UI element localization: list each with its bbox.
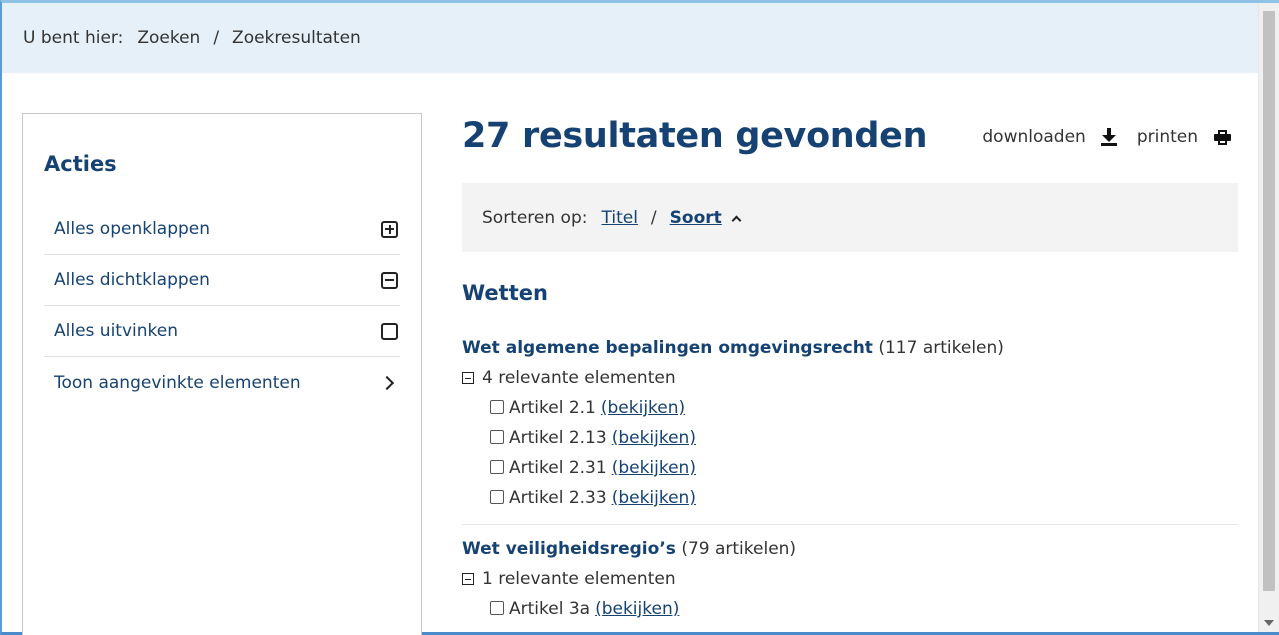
article-label: Artikel 2.13 bbox=[509, 428, 607, 448]
breadcrumb-separator: / bbox=[213, 28, 220, 48]
sort-option-titel[interactable]: Titel bbox=[601, 208, 637, 228]
law-article-count: (79 artikelen) bbox=[681, 539, 797, 559]
minus-square-icon bbox=[381, 271, 398, 289]
article-label: Artikel 2.1 bbox=[509, 398, 596, 418]
article-checkbox[interactable] bbox=[490, 600, 504, 615]
chevron-right-icon bbox=[379, 375, 395, 391]
download-label: downloaden bbox=[982, 127, 1086, 147]
print-button[interactable]: printen bbox=[1137, 127, 1231, 147]
sort-option-soort[interactable]: Soort bbox=[670, 208, 722, 228]
result-actions: downloaden printen bbox=[982, 127, 1231, 147]
result-group: Wet algemene bepalingen omgevingsrecht (… bbox=[462, 337, 1238, 525]
article-view-link[interactable]: (bekijken) bbox=[612, 488, 696, 508]
breadcrumb-lead: U bent hier: bbox=[23, 28, 124, 48]
relevant-toggle[interactable]: 4 relevante elementen bbox=[462, 367, 1238, 389]
article-view-link[interactable]: (bekijken) bbox=[612, 428, 696, 448]
section-title: Wetten bbox=[462, 281, 548, 305]
article-checkbox[interactable] bbox=[490, 429, 504, 444]
action-uncheck-all[interactable]: Alles uitvinken bbox=[44, 306, 400, 357]
action-label: Alles uitvinken bbox=[54, 321, 178, 341]
download-button[interactable]: downloaden bbox=[982, 127, 1117, 147]
breadcrumb-item-zoekresultaten: Zoekresultaten bbox=[232, 28, 361, 48]
collapse-minus-icon[interactable] bbox=[462, 372, 474, 384]
actions-list: Alles openklappen Alles dichtklappen All… bbox=[44, 204, 400, 409]
sidebar-title: Acties bbox=[44, 152, 117, 176]
action-show-checked[interactable]: Toon aangevinkte elementen bbox=[44, 357, 400, 409]
relevant-count: 1 relevante elementen bbox=[482, 569, 676, 589]
action-label: Alles dichtklappen bbox=[54, 270, 210, 290]
action-label: Toon aangevinkte elementen bbox=[54, 373, 301, 393]
article-view-link[interactable]: (bekijken) bbox=[595, 599, 679, 619]
page-title: 27 resultaten gevonden bbox=[462, 116, 928, 156]
article-view-link[interactable]: (bekijken) bbox=[601, 398, 685, 418]
collapse-minus-icon[interactable] bbox=[462, 573, 474, 585]
law-heading: Wet algemene bepalingen omgevingsrecht (… bbox=[462, 337, 1238, 359]
article-checkbox[interactable] bbox=[490, 489, 504, 504]
actions-sidebar: Acties Alles openklappen Alles dichtklap… bbox=[22, 113, 422, 635]
print-label: printen bbox=[1136, 127, 1198, 147]
plus-square-icon bbox=[381, 220, 398, 238]
article-checkbox[interactable] bbox=[490, 459, 504, 474]
article-label: Artikel 2.33 bbox=[509, 488, 607, 508]
article-label: Artikel 3a bbox=[509, 599, 591, 619]
printer-icon bbox=[1214, 129, 1231, 145]
result-group: Wet veiligheidsregio’s (79 artikelen) 1 … bbox=[462, 538, 1238, 620]
article-checkbox[interactable] bbox=[490, 399, 504, 414]
relevant-toggle[interactable]: 1 relevante elementen bbox=[462, 568, 1238, 590]
article-item: Artikel 2.33 (bekijken) bbox=[462, 487, 1238, 509]
breadcrumb-item-zoeken[interactable]: Zoeken bbox=[137, 28, 200, 48]
scroll-down-arrow-icon[interactable] bbox=[1264, 620, 1274, 626]
law-heading: Wet veiligheidsregio’s (79 artikelen) bbox=[462, 538, 1238, 560]
article-item: Artikel 3a (bekijken) bbox=[462, 598, 1238, 620]
law-name[interactable]: Wet veiligheidsregio’s bbox=[462, 539, 676, 559]
article-label: Artikel 2.31 bbox=[509, 458, 607, 478]
vertical-scrollbar[interactable] bbox=[1258, 3, 1279, 632]
relevant-count: 4 relevante elementen bbox=[482, 368, 676, 388]
action-label: Alles openklappen bbox=[54, 219, 211, 239]
action-collapse-all[interactable]: Alles dichtklappen bbox=[44, 255, 400, 306]
article-item: Artikel 2.13 (bekijken) bbox=[462, 427, 1238, 449]
download-icon bbox=[1100, 128, 1117, 146]
scrollbar-thumb[interactable] bbox=[1263, 11, 1275, 591]
sort-bar: Sorteren op: Titel / Soort bbox=[462, 183, 1238, 252]
article-view-link[interactable]: (bekijken) bbox=[612, 458, 696, 478]
article-item: Artikel 2.1 (bekijken) bbox=[462, 397, 1238, 419]
sort-separator: / bbox=[650, 207, 657, 228]
action-expand-all[interactable]: Alles openklappen bbox=[44, 204, 400, 255]
breadcrumb: U bent hier: Zoeken / Zoekresultaten bbox=[2, 3, 1258, 73]
chevron-up-icon[interactable] bbox=[731, 215, 742, 225]
law-name[interactable]: Wet algemene bepalingen omgevingsrecht bbox=[462, 338, 873, 358]
sort-label: Sorteren op: bbox=[482, 207, 588, 228]
empty-square-icon bbox=[381, 322, 398, 340]
article-item: Artikel 2.31 (bekijken) bbox=[462, 457, 1238, 479]
law-article-count: (117 artikelen) bbox=[878, 338, 1004, 358]
